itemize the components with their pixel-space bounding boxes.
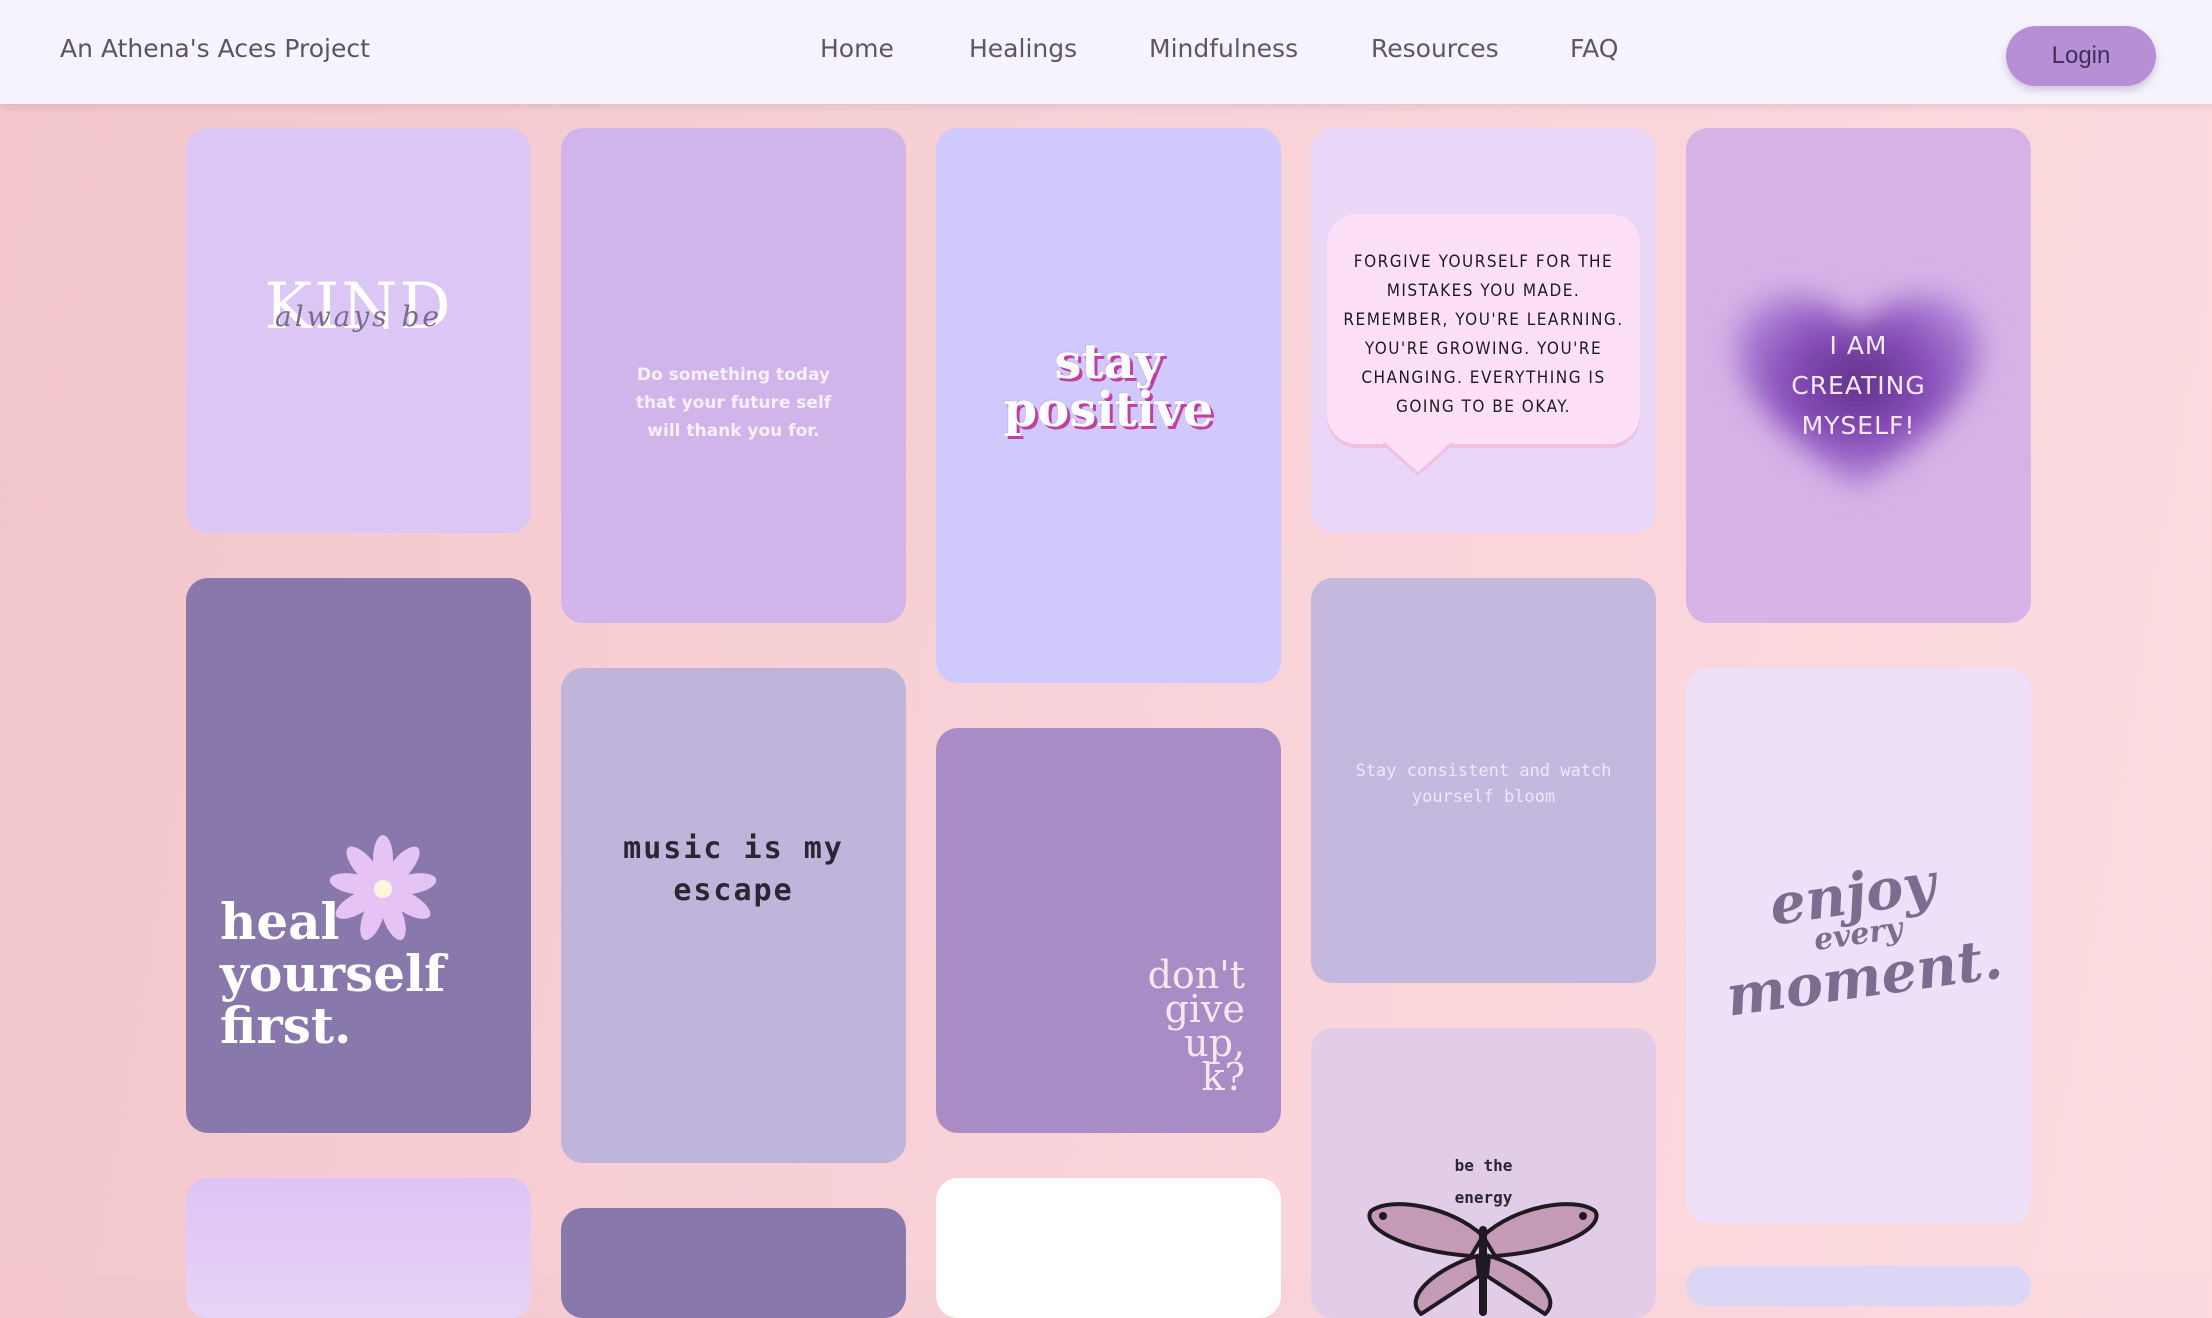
creating-quote: I AM CREATING MYSELF!	[1791, 331, 1926, 440]
dont-give-up-quote: don't give up, k?	[1147, 953, 1245, 1099]
brand-name[interactable]: An Athena's Aces Project	[60, 34, 370, 63]
card-be-the-energy[interactable]: be the energy	[1311, 1028, 1656, 1318]
card-dont-give-up[interactable]: don't give up, k?	[936, 728, 1281, 1133]
speech-bubble-tail	[1383, 440, 1453, 476]
top-navbar: An Athena's Aces Project Home Healings M…	[0, 0, 2212, 104]
stay-positive-quote: stay positive	[1003, 334, 1214, 438]
butterfly-icon	[1367, 1202, 1599, 1316]
card-heal-yourself[interactable]: heal yourself first.	[186, 578, 531, 1133]
nav-home[interactable]: Home	[820, 34, 894, 63]
login-button[interactable]: Login	[2006, 26, 2156, 86]
future-self-quote: Do something today that your future self…	[635, 365, 832, 441]
heal-quote: heal yourself first.	[220, 892, 446, 1055]
card-enjoy-every-moment[interactable]: enjoy every moment.	[1686, 668, 2031, 1223]
always-be-text: always be	[275, 300, 442, 333]
card-stay-consistent[interactable]: Stay consistent and watch yourself bloom	[1311, 578, 1656, 983]
nav-resources[interactable]: Resources	[1371, 34, 1499, 63]
nav-faq[interactable]: FAQ	[1570, 34, 1618, 63]
enjoy-quote: enjoy every moment.	[1722, 850, 2007, 1030]
card-partial-3[interactable]	[936, 1178, 1281, 1318]
card-music-escape[interactable]: music is my escape	[561, 668, 906, 1163]
card-always-be-kind[interactable]: KIND always be	[186, 128, 531, 533]
card-future-self[interactable]: Do something today that your future self…	[561, 128, 906, 623]
nav-healings[interactable]: Healings	[969, 34, 1077, 63]
card-partial-5[interactable]	[1686, 1266, 2031, 1306]
card-partial-1[interactable]	[186, 1178, 531, 1318]
card-stay-positive[interactable]: stay positive	[936, 128, 1281, 683]
card-forgive-yourself[interactable]: FORGIVE YOURSELF FOR THE MISTAKES YOU MA…	[1311, 128, 1656, 533]
card-partial-2[interactable]	[561, 1208, 906, 1318]
bloom-quote: Stay consistent and watch yourself bloom	[1355, 761, 1612, 807]
card-creating-myself[interactable]: I AM CREATING MYSELF!	[1686, 128, 2031, 623]
forgive-quote: FORGIVE YOURSELF FOR THE MISTAKES YOU MA…	[1343, 252, 1624, 417]
music-quote: music is my escape	[623, 831, 844, 908]
nav-mindfulness[interactable]: Mindfulness	[1149, 34, 1298, 63]
